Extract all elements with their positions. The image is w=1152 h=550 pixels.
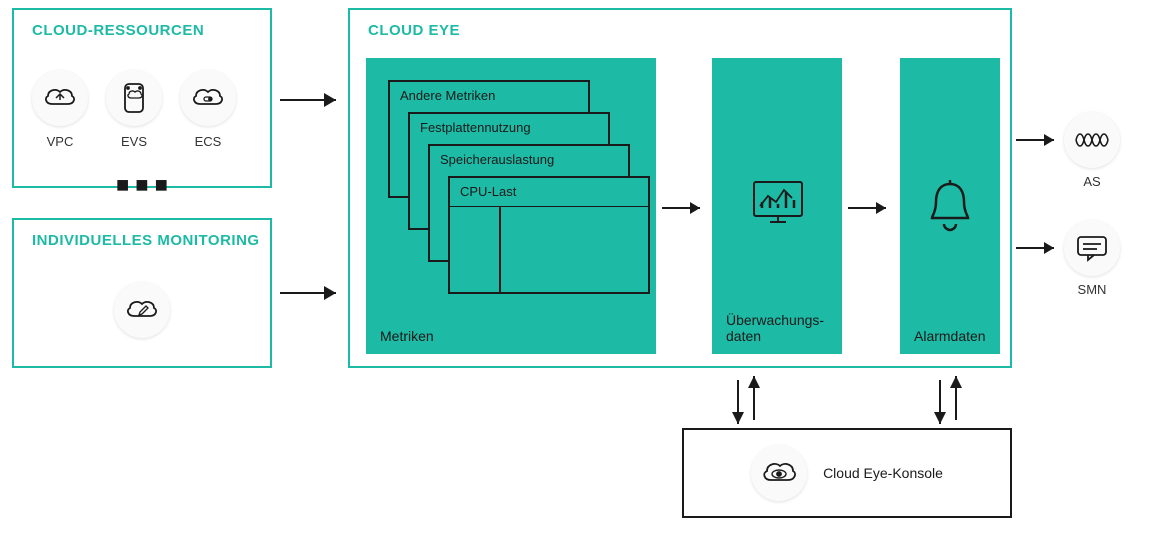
vpc-icon <box>32 70 88 126</box>
console-label: Cloud Eye-Konsole <box>823 465 943 481</box>
cloud-resources-title: CLOUD-RESSOURCEN <box>32 22 204 39</box>
metrics-panel: Metriken Andere Metriken Festplattennutz… <box>366 58 656 354</box>
arrow-alarm-console-bidir <box>928 372 968 428</box>
cloud-resources-box: CLOUD-RESSOURCEN VPC EVS <box>12 8 272 188</box>
custom-monitoring-icon <box>114 282 170 338</box>
alarm-panel: Alarmdaten <box>900 58 1000 354</box>
individual-monitoring-box: INDIVIDUELLES MONITORING <box>12 218 272 368</box>
output-as: AS <box>1064 112 1120 189</box>
metric-card-cpu-label: CPU-Last <box>450 178 648 205</box>
metric-card-disk-label: Festplattennutzung <box>410 114 608 141</box>
as-icon <box>1064 112 1120 168</box>
metric-card-other-label: Andere Metriken <box>390 82 588 109</box>
bell-icon <box>924 178 976 234</box>
arrow-cloudeye-to-smn <box>1016 238 1066 258</box>
arrow-monitoring-to-cloudeye <box>280 283 350 303</box>
resource-item-ecs: ECS <box>180 70 236 149</box>
cloud-eye-console-icon <box>751 445 807 501</box>
arrow-monitoring-to-alarm <box>848 198 898 218</box>
ellipsis-icon: ■■■ <box>116 172 174 198</box>
metric-card-cpu: CPU-Last <box>448 176 650 294</box>
output-smn: SMN <box>1064 220 1120 297</box>
cloud-eye-box: CLOUD EYE Metriken Andere Metriken Festp… <box>348 8 1012 368</box>
arrow-monitoring-console-bidir <box>726 372 766 428</box>
monitor-chart-icon <box>750 178 806 228</box>
evs-label: EVS <box>121 134 147 149</box>
smn-label: SMN <box>1064 282 1120 297</box>
vpc-label: VPC <box>47 134 74 149</box>
smn-icon <box>1064 220 1120 276</box>
cloud-eye-title: CLOUD EYE <box>368 22 460 39</box>
ecs-label: ECS <box>195 134 222 149</box>
individual-monitoring-title: INDIVIDUELLES MONITORING <box>32 232 260 249</box>
arrow-resources-to-cloudeye <box>280 90 350 110</box>
ecs-icon <box>180 70 236 126</box>
as-label: AS <box>1064 174 1120 189</box>
arrow-metrics-to-monitoring <box>662 198 712 218</box>
monitoring-panel: Überwachungs- daten <box>712 58 842 354</box>
resource-icons-row: VPC EVS ECS <box>32 70 236 149</box>
monitoring-panel-label: Überwachungs- daten <box>726 312 824 344</box>
arrow-cloudeye-to-as <box>1016 130 1066 150</box>
evs-icon <box>106 70 162 126</box>
resource-item-evs: EVS <box>106 70 162 149</box>
alarm-panel-label: Alarmdaten <box>914 328 986 344</box>
resource-item-vpc: VPC <box>32 70 88 149</box>
metrics-panel-label: Metriken <box>380 328 434 344</box>
console-box: Cloud Eye-Konsole <box>682 428 1012 518</box>
metric-card-memory-label: Speicherauslastung <box>430 146 628 173</box>
